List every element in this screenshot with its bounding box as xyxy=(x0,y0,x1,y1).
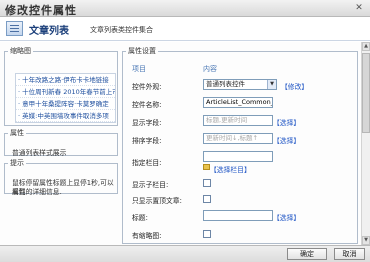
dialog-title: 修改控件属性 xyxy=(5,4,77,17)
article-list-icon xyxy=(6,21,23,36)
panel-title: 文章列表 xyxy=(29,26,69,37)
title-label: 标题: xyxy=(132,214,148,222)
appearance-select[interactable]: 普通列表控件 ▼ xyxy=(203,79,277,90)
column-header-item: 项目 xyxy=(132,65,146,73)
tips-text-line2: 属性的详细信息. xyxy=(12,188,62,196)
sort-fields-select-link[interactable]: 【选择】 xyxy=(273,135,300,145)
appearance-value: 普通列表控件 xyxy=(206,80,245,88)
attribute-legend: 属性 xyxy=(10,129,24,137)
panel-header: 文章列表 文章列表类控件集合 xyxy=(0,17,370,41)
has-thumbnail-label: 有缩略图: xyxy=(132,232,162,240)
category-input[interactable] xyxy=(203,151,273,162)
list-item: · 意甲十年桑提阵容·卡莫罗确定 xyxy=(16,98,115,110)
tips-legend: 提示 xyxy=(10,159,24,167)
has-thumbnail-checkbox[interactable] xyxy=(203,230,211,238)
appearance-edit-link[interactable]: 【修改】 xyxy=(281,81,308,91)
dialog-titlebar: 修改控件属性 ✕ xyxy=(0,0,370,17)
vertical-scrollbar[interactable]: ▲ ▼ xyxy=(361,42,370,245)
sort-fields-label: 排序字段: xyxy=(132,137,162,145)
control-name-input[interactable]: ArticleList_Common_( xyxy=(203,97,273,108)
thumbnail-group: 缩略图 · 十年改路之路·伊布卡卡地链接 · 十位周刊新春 2010年春节前上市… xyxy=(4,46,118,126)
top-articles-only-checkbox[interactable] xyxy=(203,195,211,203)
dialog-footer: 确定 取消 xyxy=(0,245,370,262)
control-name-label: 控件名称: xyxy=(132,101,162,109)
list-item: · 十位周刊新春 2010年春节前上市 xyxy=(16,88,116,98)
display-fields-input[interactable]: 标题,更新时间 xyxy=(203,115,273,126)
tips-group: 提示 鼠标停留属性标题上显停1秒,可以看到 属性的详细信息. xyxy=(4,158,118,196)
scroll-up-icon[interactable]: ▲ xyxy=(362,42,370,51)
column-header-content: 内容 xyxy=(203,65,217,73)
title-input[interactable] xyxy=(203,210,273,221)
cancel-button[interactable]: 取消 xyxy=(334,248,365,260)
thumbnail-preview: · 十年改路之路·伊布卡卡地链接 · 十位周刊新春 2010年春节前上市 · 意… xyxy=(15,73,116,123)
panel-subtitle: 文章列表类控件集合 xyxy=(90,26,153,34)
category-label: 指定栏目: xyxy=(132,159,162,167)
display-fields-label: 显示字段: xyxy=(132,119,162,127)
chevron-down-icon: ▼ xyxy=(267,80,276,89)
settings-group: 属性设置 项目 内容 控件外观: 普通列表控件 ▼ 【修改】 控件名称: Art… xyxy=(122,46,358,244)
show-subcategory-checkbox[interactable] xyxy=(203,179,211,187)
scroll-down-icon[interactable]: ▼ xyxy=(362,236,370,245)
appearance-label: 控件外观: xyxy=(132,83,162,91)
dialog-content: 缩略图 · 十年改路之路·伊布卡卡地链接 · 十位周刊新春 2010年春节前上市… xyxy=(0,42,370,245)
top-articles-only-label: 只显示置顶文章: xyxy=(132,197,182,205)
title-select-link[interactable]: 【选择】 xyxy=(273,212,300,222)
folder-icon xyxy=(203,164,210,170)
ok-button[interactable]: 确定 xyxy=(287,248,327,260)
sort-fields-input[interactable]: 更新时间↓,标题↑ xyxy=(203,133,273,144)
list-item: · 十年改路之路·伊布卡卡地链接 xyxy=(16,74,115,86)
close-icon[interactable]: ✕ xyxy=(354,3,364,13)
attribute-group: 属性 普通列表样式展示 xyxy=(4,128,118,157)
settings-legend: 属性设置 xyxy=(128,47,156,55)
thumbnail-legend: 缩略图 xyxy=(10,47,31,55)
category-select-link[interactable]: 【选择栏目】 xyxy=(210,164,251,174)
list-item: · 英媒:中英围墙攻事件取消多项 xyxy=(16,110,115,122)
show-subcategory-label: 显示子栏目: xyxy=(132,181,169,189)
display-fields-select-link[interactable]: 【选择】 xyxy=(273,117,300,127)
attribute-text: 普通列表样式展示 xyxy=(12,149,67,157)
scrollbar-thumb[interactable] xyxy=(362,53,370,133)
